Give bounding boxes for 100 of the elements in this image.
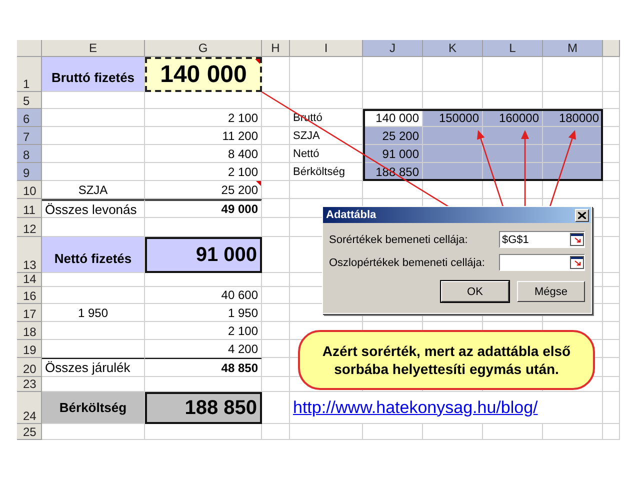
row-header[interactable]: 5 [17,92,42,109]
table-cell [603,237,620,273]
table-cell: 25 200 [363,127,423,145]
column-header[interactable]: J [363,40,423,57]
table-cell [543,57,603,92]
table-cell [262,109,290,127]
table-cell [423,424,483,440]
row-header[interactable]: 12 [17,218,42,237]
table-cell [262,92,290,109]
table-cell: 4 200 [145,340,262,358]
row-header[interactable]: 8 [17,145,42,163]
table-cell [423,57,483,92]
row-header[interactable]: 11 [17,199,42,218]
table-cell [262,199,290,218]
row-header[interactable]: 14 [17,273,42,287]
table-cell [262,163,290,181]
table-cell [262,181,290,199]
row-header[interactable]: 10 [17,181,42,199]
cancel-button[interactable]: Mégse [517,281,585,302]
table-cell [603,163,620,181]
table-cell: 48 850 [145,358,262,377]
row-header[interactable]: 19 [17,340,42,358]
row-header[interactable]: 16 [17,287,42,304]
table-cell [363,424,423,440]
column-header[interactable]: H [262,40,290,57]
row-header[interactable]: 20 [17,358,42,377]
table-cell: Bérköltség [42,392,145,424]
table-cell: 91 000 [145,237,262,273]
table-cell: 1 950 [145,304,262,322]
table-cell: 40 600 [145,287,262,304]
table-cell [603,57,620,92]
table-cell [262,424,290,440]
table-cell [603,392,620,424]
table-cell [483,92,543,109]
row-header[interactable]: 1 [17,57,42,92]
row-header[interactable]: 13 [17,237,42,273]
row-header[interactable]: 7 [17,127,42,145]
column-header[interactable]: L [483,40,543,57]
table-cell: 2 100 [145,322,262,340]
table-cell [363,57,423,92]
table-cell [262,145,290,163]
table-cell: 188 850 [145,392,262,424]
table-cell [262,322,290,340]
table-cell [363,92,423,109]
table-cell [543,424,603,440]
table-cell: Nettó fizetés [42,237,145,273]
table-cell [262,392,290,424]
table-cell [262,304,290,322]
dialog-title: Adattábla [326,209,376,221]
table-cell: 49 000 [145,199,262,218]
table-cell [603,377,620,392]
table-cell [603,218,620,237]
row-header[interactable]: 23 [17,377,42,392]
table-cell: Nettó [290,145,363,163]
collapse-dialog-icon[interactable] [570,233,584,246]
table-cell: SZJA [42,181,145,199]
table-cell [603,127,620,145]
table-cell: 140 000 [145,57,262,92]
table-cell [262,57,290,92]
row-header[interactable]: 18 [17,322,42,340]
column-header[interactable]: M [543,40,603,57]
input-field[interactable]: $G$1 [499,231,585,248]
table-cell [603,199,620,218]
table-cell: Összes levonás [42,199,145,218]
column-header[interactable]: E [42,40,145,57]
table-cell [603,109,620,127]
field-label: Oszlopértékek bemeneti cellája: [329,256,485,268]
table-cell [423,92,483,109]
input-field[interactable] [499,254,585,271]
row-header[interactable]: 17 [17,304,42,322]
callout: Azért sorérték, mert az adattábla első sorbába helyettesíti egymás után. [298,330,595,390]
table-cell: 91 000 [363,145,423,163]
field-label: Sorértékek bemeneti cellája: [329,234,468,246]
column-header[interactable]: I [290,40,363,57]
table-cell [603,424,620,440]
table-cell [603,340,620,358]
row-header[interactable]: 24 [17,392,42,424]
collapse-dialog-icon[interactable] [570,256,584,269]
table-cell: Bérköltség [290,163,363,181]
ok-button[interactable]: OK [441,281,509,302]
close-icon [578,212,586,218]
column-header[interactable]: K [423,40,483,57]
link[interactable]: http://www.hatekonysag.hu/blog/ [290,392,603,424]
table-cell: 25 200 [145,181,262,199]
table-cell: 2 100 [145,163,262,181]
column-header[interactable]: G [145,40,262,57]
table-cell: 1 950 [42,304,145,322]
row-header[interactable]: 6 [17,109,42,127]
table-cell [483,57,543,92]
table-cell: 8 400 [145,145,262,163]
table-cell [603,273,620,287]
row-header[interactable]: 25 [17,424,42,440]
row-header[interactable]: 9 [17,163,42,181]
table-cell [603,181,620,199]
table-cell [603,92,620,109]
table-cell [483,424,543,440]
table-cell [603,358,620,377]
table-cell: SZJA [290,127,363,145]
table-cell: 11 200 [145,127,262,145]
close-button[interactable] [575,208,589,222]
